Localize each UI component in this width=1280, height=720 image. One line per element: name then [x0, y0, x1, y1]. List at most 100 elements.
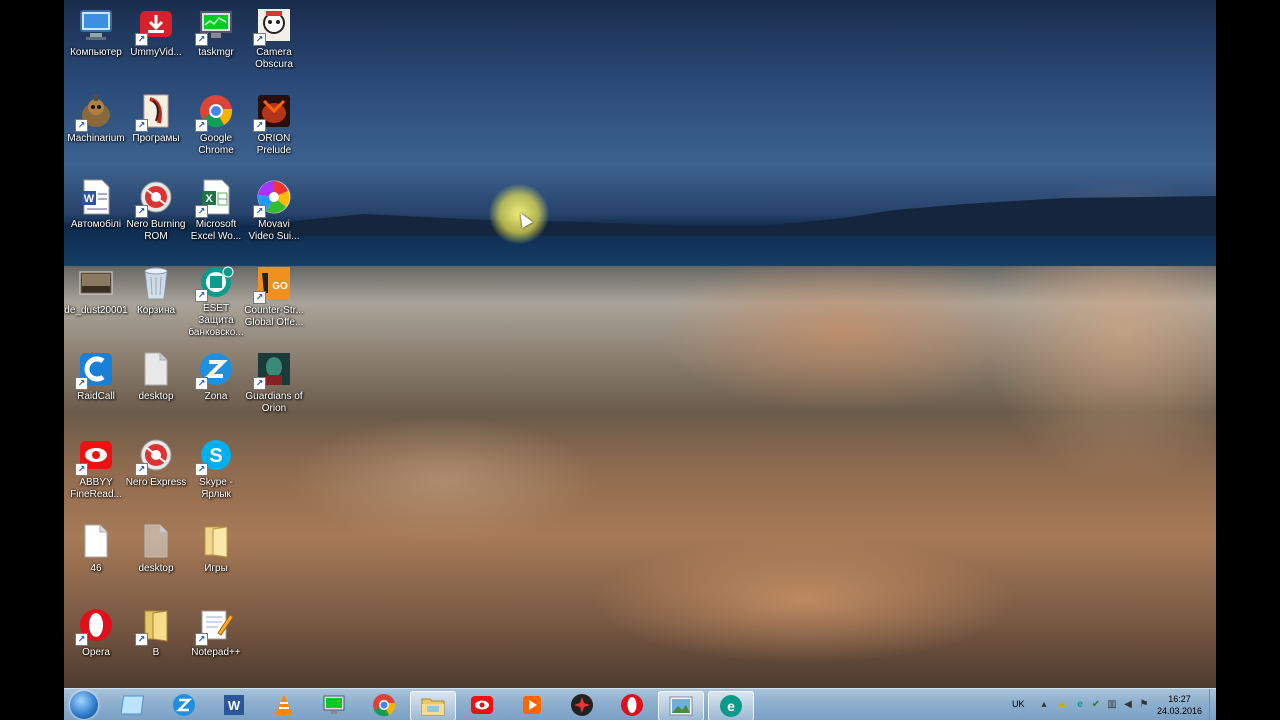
- folder-icon: ↗: [135, 606, 175, 646]
- taskbar: W e UK ▴ ▲ e ✔ ▥ ◀ ⚑ 16:27 24.03.2016: [64, 688, 1216, 720]
- desktop-icon-computer[interactable]: Компьютер: [64, 0, 128, 80]
- desktop-icon-abbyy[interactable]: ↗ ABBYY FineRead...: [64, 430, 128, 510]
- desktop-icon-label: Автомобілі: [70, 219, 122, 230]
- desktop-icon-desktop-file[interactable]: desktop: [124, 344, 188, 424]
- taskbar-abbyy-icon[interactable]: [460, 691, 504, 719]
- taskbar-aero-icon[interactable]: [112, 691, 156, 719]
- abbyy-icon: ↗: [75, 436, 115, 476]
- taskbar-opera-icon[interactable]: [610, 691, 654, 719]
- desktop-icon-notepad-plus-plus[interactable]: ↗ Notepad++: [184, 600, 248, 680]
- skype-icon: S ↗: [195, 436, 235, 476]
- desktop-icon-nero-burning-rom[interactable]: ↗ Nero Burning ROM: [124, 172, 188, 252]
- desktop-icon-label: Machinarium: [67, 133, 125, 144]
- volume-icon[interactable]: ◀: [1122, 699, 1134, 711]
- computer-icon: [77, 6, 115, 44]
- warning-icon[interactable]: ▲: [1056, 699, 1068, 711]
- taskbar-vlc-icon[interactable]: [262, 691, 306, 719]
- desktop-icon-label: ABBYY FineRead...: [70, 477, 122, 500]
- download-icon: ↗: [135, 6, 175, 46]
- clock[interactable]: 16:27 24.03.2016: [1157, 693, 1202, 717]
- desktop-screen: Компьютер ↗ UmmyVid... ↗ taskmgr ↗ Camer…: [64, 0, 1216, 720]
- desktop-icon-46[interactable]: 46: [64, 516, 128, 596]
- desktop-icon-desktop-file-2[interactable]: desktop: [124, 516, 188, 596]
- shortcut-arrow-icon: ↗: [195, 119, 208, 132]
- system-tray: UK ▴ ▲ e ✔ ▥ ◀ ⚑ 16:27 24.03.2016: [996, 689, 1216, 720]
- desktop-icon-programs[interactable]: ↗ Програмы: [124, 86, 188, 166]
- shortcut-arrow-icon: ↗: [75, 377, 88, 390]
- orion-icon: ↗: [253, 92, 293, 132]
- desktop-icon-google-chrome[interactable]: ↗ Google Chrome: [184, 86, 248, 166]
- monitor-icon: ↗: [195, 6, 235, 46]
- taskbar-eset-icon[interactable]: e: [708, 691, 754, 720]
- desktop-icon-igry[interactable]: Игры: [184, 516, 248, 596]
- desktop-icon-de-dust[interactable]: de_dust20001: [64, 258, 128, 338]
- desktop-icon-zona[interactable]: ↗ Zona: [184, 344, 248, 424]
- desktop-icon-label: RaidCall: [77, 391, 115, 402]
- desktop-icon-label: Movavi Video Sui...: [248, 219, 300, 242]
- desktop-icon-microsoft-excel[interactable]: X ↗ Microsoft Excel Wo...: [184, 172, 248, 252]
- desktop-icon-ummyvideo[interactable]: ↗ UmmyVid...: [124, 0, 188, 80]
- movavi-icon: ↗: [253, 178, 293, 218]
- desktop-icon-counter-strike[interactable]: GO ↗ Counter-Str... Global Offe...: [242, 258, 306, 338]
- taskbar-monitor-icon[interactable]: [312, 691, 356, 719]
- taskbar-media-player-icon[interactable]: [510, 691, 554, 719]
- network-icon[interactable]: ▥: [1106, 699, 1118, 711]
- update-tray-icon[interactable]: ✔: [1090, 699, 1102, 711]
- desktop-icon-recycle-bin[interactable]: Корзина: [124, 258, 188, 338]
- desktop-icon-label: Nero Express: [125, 477, 187, 488]
- desktop-icon-opera[interactable]: ↗ Opera: [64, 600, 128, 680]
- desktop-icon-label: Notepad++: [191, 647, 241, 658]
- desktop-icon-label: ESET Защита банковско...: [188, 303, 244, 338]
- svg-text:X: X: [205, 193, 213, 205]
- desktop-icon-eset-banking[interactable]: ↗ ESET Защита банковско...: [184, 258, 248, 338]
- taskbar-chrome-icon[interactable]: [362, 691, 406, 719]
- guardians-icon: ↗: [253, 350, 293, 390]
- desktop-icon-label: Microsoft Excel Wo...: [190, 219, 242, 242]
- taskbar-zona-icon[interactable]: [162, 691, 206, 719]
- chrome-icon: ↗: [195, 92, 235, 132]
- taskbar-word-icon[interactable]: W: [212, 691, 256, 719]
- desktop-icon-orion-prelude[interactable]: ↗ ORION Prelude: [242, 86, 306, 166]
- desktop-icon-label: desktop: [138, 391, 174, 402]
- desktop-icon-avtomobili[interactable]: W Автомобілі: [64, 172, 128, 252]
- nero-icon: ↗: [135, 178, 175, 218]
- svg-text:e: e: [727, 698, 735, 714]
- start-button[interactable]: [70, 691, 98, 719]
- shortcut-arrow-icon: ↗: [253, 377, 266, 390]
- desktop-icon-movavi[interactable]: ↗ Movavi Video Sui...: [242, 172, 306, 252]
- shortcut-arrow-icon: ↗: [195, 33, 208, 46]
- taskbar-photo-viewer-icon[interactable]: [658, 691, 704, 720]
- show-desktop-button[interactable]: [1209, 689, 1216, 720]
- desktop-icon-machinarium[interactable]: ↗ Machinarium: [64, 86, 128, 166]
- shortcut-arrow-icon: ↗: [253, 119, 266, 132]
- shortcut-arrow-icon: ↗: [135, 463, 148, 476]
- camera-obscura-icon: ↗: [253, 6, 293, 46]
- file-icon: [137, 350, 175, 388]
- desktop-icon-camera-obscura[interactable]: ↗ Camera Obscura: [242, 0, 306, 80]
- show-hidden-icons-icon[interactable]: ▴: [1038, 699, 1050, 711]
- opera-icon: ↗: [75, 606, 115, 646]
- desktop-icon-label: Игры: [204, 563, 228, 574]
- desktop-icon-taskmgr[interactable]: ↗ taskmgr: [184, 0, 248, 80]
- recycle-bin-icon: [137, 264, 175, 302]
- desktop-icon-guardians-of-orion[interactable]: ↗ Guardians of Orion: [242, 344, 306, 424]
- action-center-icon[interactable]: ⚑: [1138, 699, 1150, 711]
- svg-text:W: W: [228, 698, 241, 713]
- desktop-icon-label: Компьютер: [70, 47, 122, 58]
- desktop-icon-folder-v[interactable]: ↗ В: [124, 600, 188, 680]
- shortcut-arrow-icon: ↗: [195, 463, 208, 476]
- eset-tray-icon[interactable]: e: [1074, 699, 1086, 711]
- taskbar-gamecenter-icon[interactable]: [560, 691, 604, 719]
- excel-icon: X ↗: [195, 178, 235, 218]
- shortcut-arrow-icon: ↗: [195, 289, 208, 302]
- desktop-icon-label: de_dust20001: [64, 305, 128, 316]
- taskbar-explorer-icon[interactable]: [410, 691, 456, 720]
- machinarium-icon: ↗: [75, 92, 115, 132]
- desktop-icon-nero-express[interactable]: ↗ Nero Express: [124, 430, 188, 510]
- shortcut-arrow-icon: ↗: [135, 205, 148, 218]
- clock-date: 24.03.2016: [1156, 706, 1202, 716]
- desktop-icon-raidcall[interactable]: ↗ RaidCall: [64, 344, 128, 424]
- language-indicator[interactable]: UK: [1012, 699, 1025, 709]
- file-icon: [77, 522, 115, 560]
- desktop-icon-skype[interactable]: S ↗ Skype - Ярлык: [184, 430, 248, 510]
